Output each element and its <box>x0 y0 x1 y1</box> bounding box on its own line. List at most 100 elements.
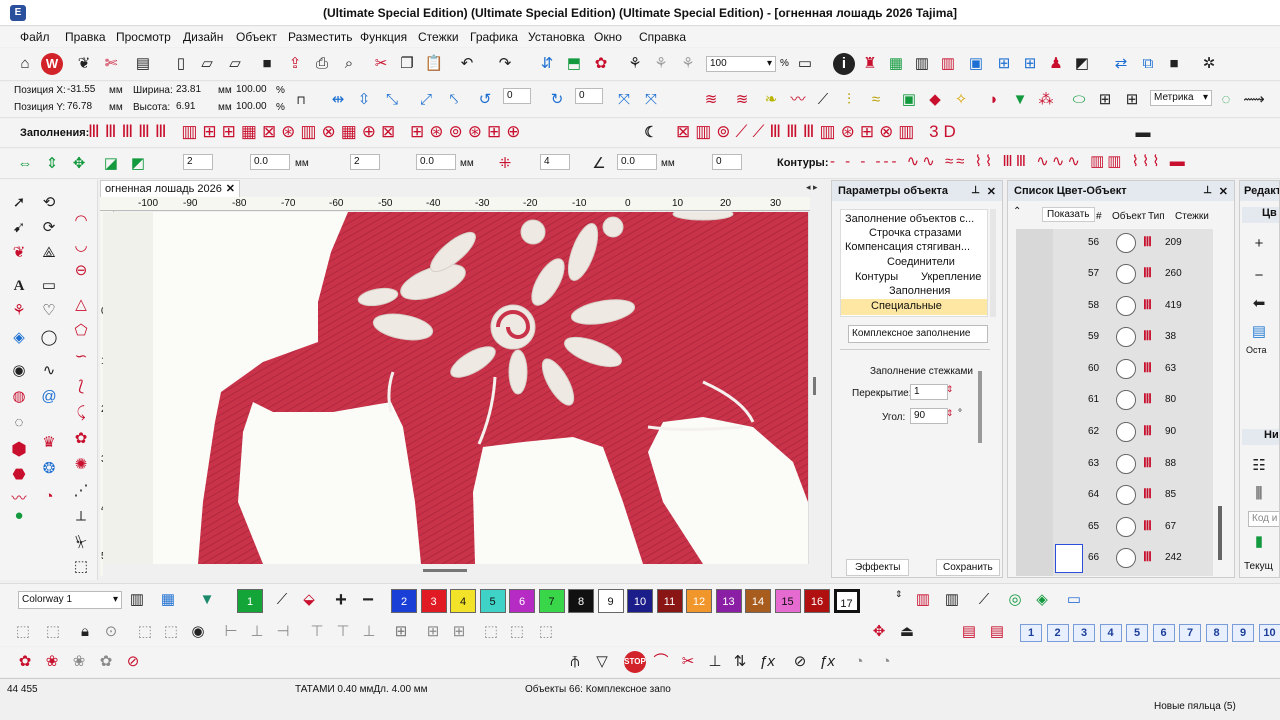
leaf-icon[interactable]: ❧ <box>760 89 782 111</box>
tie-in-icon[interactable]: ⊥ <box>704 651 726 673</box>
tree-item-connectors[interactable]: Соединители <box>887 256 955 268</box>
menu-arrange[interactable]: Разместить <box>288 30 353 44</box>
menu-design[interactable]: Дизайн <box>183 30 223 44</box>
tree-item-fills[interactable]: Заполнения <box>889 285 950 297</box>
transfer-out-icon[interactable]: ⇄ <box>1110 53 1132 75</box>
ungroup-icon[interactable]: ⬚ <box>42 621 64 643</box>
layout-icon[interactable]: ▣ <box>965 53 987 75</box>
open-template-icon[interactable]: ▱ <box>224 53 246 75</box>
effects-button[interactable]: Эффекты <box>846 559 910 576</box>
dots-icon[interactable]: ⁜ <box>494 153 516 175</box>
lock-proportion-icon[interactable]: ⊓ <box>290 89 312 111</box>
needle-points-icon[interactable]: ⫚ <box>564 651 586 673</box>
align-middle-icon[interactable]: ⊤ <box>332 621 354 643</box>
wilcom-logo-icon[interactable]: W <box>41 53 63 75</box>
list-item[interactable]: 57 Ⅲ 260 <box>1015 259 1211 290</box>
spool-icon[interactable]: ▭ <box>1063 589 1085 611</box>
rotate-input[interactable]: 0 <box>503 88 531 104</box>
contour-types-strip[interactable]: - - - ‐‐‐ ∿∿ ≈≈ ⌇⌇ ⅢⅢ ∿∿∿ ▥▥ ⌇⌇⌇ ▬ <box>830 152 1270 174</box>
menu-help[interactable]: Справка <box>639 30 686 44</box>
skew-icon[interactable]: ⤡ <box>381 89 403 111</box>
thread-chart-icon[interactable]: ▥ <box>911 53 933 75</box>
fill-pattern-b-icon[interactable]: ≋ <box>731 89 753 111</box>
width-pct-input[interactable]: 100.00 <box>233 83 273 99</box>
arrow-ud-icon[interactable]: ⇕ <box>41 153 63 175</box>
oval-icon[interactable]: ⊖ <box>70 260 92 282</box>
flower-edit-icon[interactable]: ✿ <box>95 651 117 673</box>
add-color-icon[interactable]: + <box>330 589 352 611</box>
close-icon[interactable]: ✕ <box>1219 185 1228 198</box>
color-swatch[interactable]: 2 <box>391 589 417 613</box>
width-input[interactable]: 23.81 <box>173 83 213 99</box>
collapse-icon[interactable]: ⌃ <box>1013 206 1021 217</box>
length-input-1[interactable]: 0.0 <box>250 154 290 170</box>
color-cube-icon[interactable]: ◈ <box>1031 589 1053 611</box>
spiral-icon[interactable]: @ <box>38 386 60 408</box>
export-machine-icon[interactable]: ⬒ <box>563 53 585 75</box>
grid-toggle-icon[interactable]: ⊞ <box>1094 89 1116 111</box>
swirl-icon[interactable]: ❂ <box>38 458 60 480</box>
align-right-icon[interactable]: ⊣ <box>272 621 294 643</box>
list-item[interactable]: 56 Ⅲ 209 <box>1015 228 1211 259</box>
bar-icon[interactable]: ▬ <box>1132 122 1154 144</box>
color-swatch[interactable]: 9 <box>597 589 624 613</box>
overlap-spinner-icon[interactable]: ⇕ <box>946 384 954 395</box>
menu-stitches[interactable]: Стежки <box>418 30 459 44</box>
trim-icon[interactable]: ⌒ <box>650 651 672 673</box>
list-item[interactable]: 63 Ⅲ 88 <box>1015 449 1211 480</box>
arrange-icon[interactable]: ⬚ <box>535 621 557 643</box>
tshirt-icon[interactable]: ▦ <box>885 53 907 75</box>
list-item[interactable]: 61 Ⅲ 80 <box>1015 385 1211 416</box>
export-icon[interactable]: ⇪ <box>284 53 306 75</box>
curve-icon[interactable]: ∿ <box>38 360 60 382</box>
library-icon[interactable]: ▤ <box>132 53 154 75</box>
save-icon[interactable]: ■ <box>256 53 278 75</box>
heart-icon[interactable]: ♡ <box>38 300 60 322</box>
v-stitch-icon[interactable]: ▽ <box>591 651 613 673</box>
fill-bucket-icon[interactable]: ⬙ <box>298 589 320 611</box>
unlock-icon[interactable]: ⊙ <box>100 621 122 643</box>
remove-color-icon[interactable]: − <box>1248 265 1270 287</box>
threads-section[interactable]: Нит <box>1242 429 1279 445</box>
blob-icon[interactable]: ● <box>8 505 30 527</box>
color-swatch[interactable]: 8 <box>568 589 594 613</box>
overlap-input[interactable]: 1 <box>910 384 948 400</box>
color-wheel-icon[interactable]: ✿ <box>590 53 612 75</box>
length-input-2[interactable]: 0.0 <box>416 154 456 170</box>
hoop-icon[interactable]: ⚘ <box>624 53 646 75</box>
color-sort-icon[interactable]: ▥ <box>912 589 934 611</box>
align-top-icon[interactable]: ⊤ <box>306 621 328 643</box>
speed-icon[interactable]: ◔ <box>848 651 870 673</box>
slant-icon[interactable]: ⤧ <box>613 89 635 111</box>
gem-icon[interactable]: ⬣ <box>8 464 30 486</box>
rotate-tool-icon[interactable]: ⟲ <box>38 192 60 214</box>
green-spool-icon[interactable]: ▮ <box>1248 531 1270 553</box>
close-icon[interactable]: ✕ <box>987 185 996 198</box>
rotate-tool-alt-icon[interactable]: ⟳ <box>38 217 60 239</box>
edit-colors-section[interactable]: Цв <box>1242 207 1279 223</box>
hoop-center-icon[interactable]: ✥ <box>868 621 890 643</box>
align-icon[interactable]: ⤢ <box>415 89 437 111</box>
list-scroll-thumb[interactable] <box>1218 506 1222 560</box>
pin-icon[interactable]: ◉ <box>187 621 209 643</box>
no-stitch-icon[interactable]: ⊘ <box>122 651 144 673</box>
tree-item-contours[interactable]: Контуры <box>855 271 898 283</box>
distribute-v-icon[interactable]: ⊞ <box>448 621 470 643</box>
zoom-box-icon[interactable]: ▭ <box>794 53 816 75</box>
new-file-icon[interactable]: ▯ <box>170 53 192 75</box>
menu-object[interactable]: Объект <box>236 30 277 44</box>
count-input[interactable]: 4 <box>540 154 570 170</box>
menu-graphics[interactable]: Графика <box>470 30 518 44</box>
colorway-select[interactable]: Colorway 1 ▾ <box>18 591 122 609</box>
align-center-icon[interactable]: ⊥ <box>246 621 268 643</box>
select-arrow-icon[interactable]: ➚ <box>8 192 30 214</box>
speed-alt-icon[interactable]: ◔ <box>875 651 897 673</box>
color-swatch[interactable]: 14 <box>745 589 771 613</box>
back-arrow-icon[interactable]: ⬅ <box>1248 293 1270 315</box>
hoop-tool-icon[interactable]: ⏏ <box>896 621 918 643</box>
sequence-number-button[interactable]: 10 <box>1258 624 1280 642</box>
scissors-icon[interactable]: ✂ <box>677 651 699 673</box>
hoop-disabled-icon[interactable]: ⚘ <box>650 53 672 75</box>
sequence-number-button[interactable]: 7 <box>1179 624 1201 642</box>
spools-icon[interactable]: ⫼ <box>1248 483 1270 505</box>
